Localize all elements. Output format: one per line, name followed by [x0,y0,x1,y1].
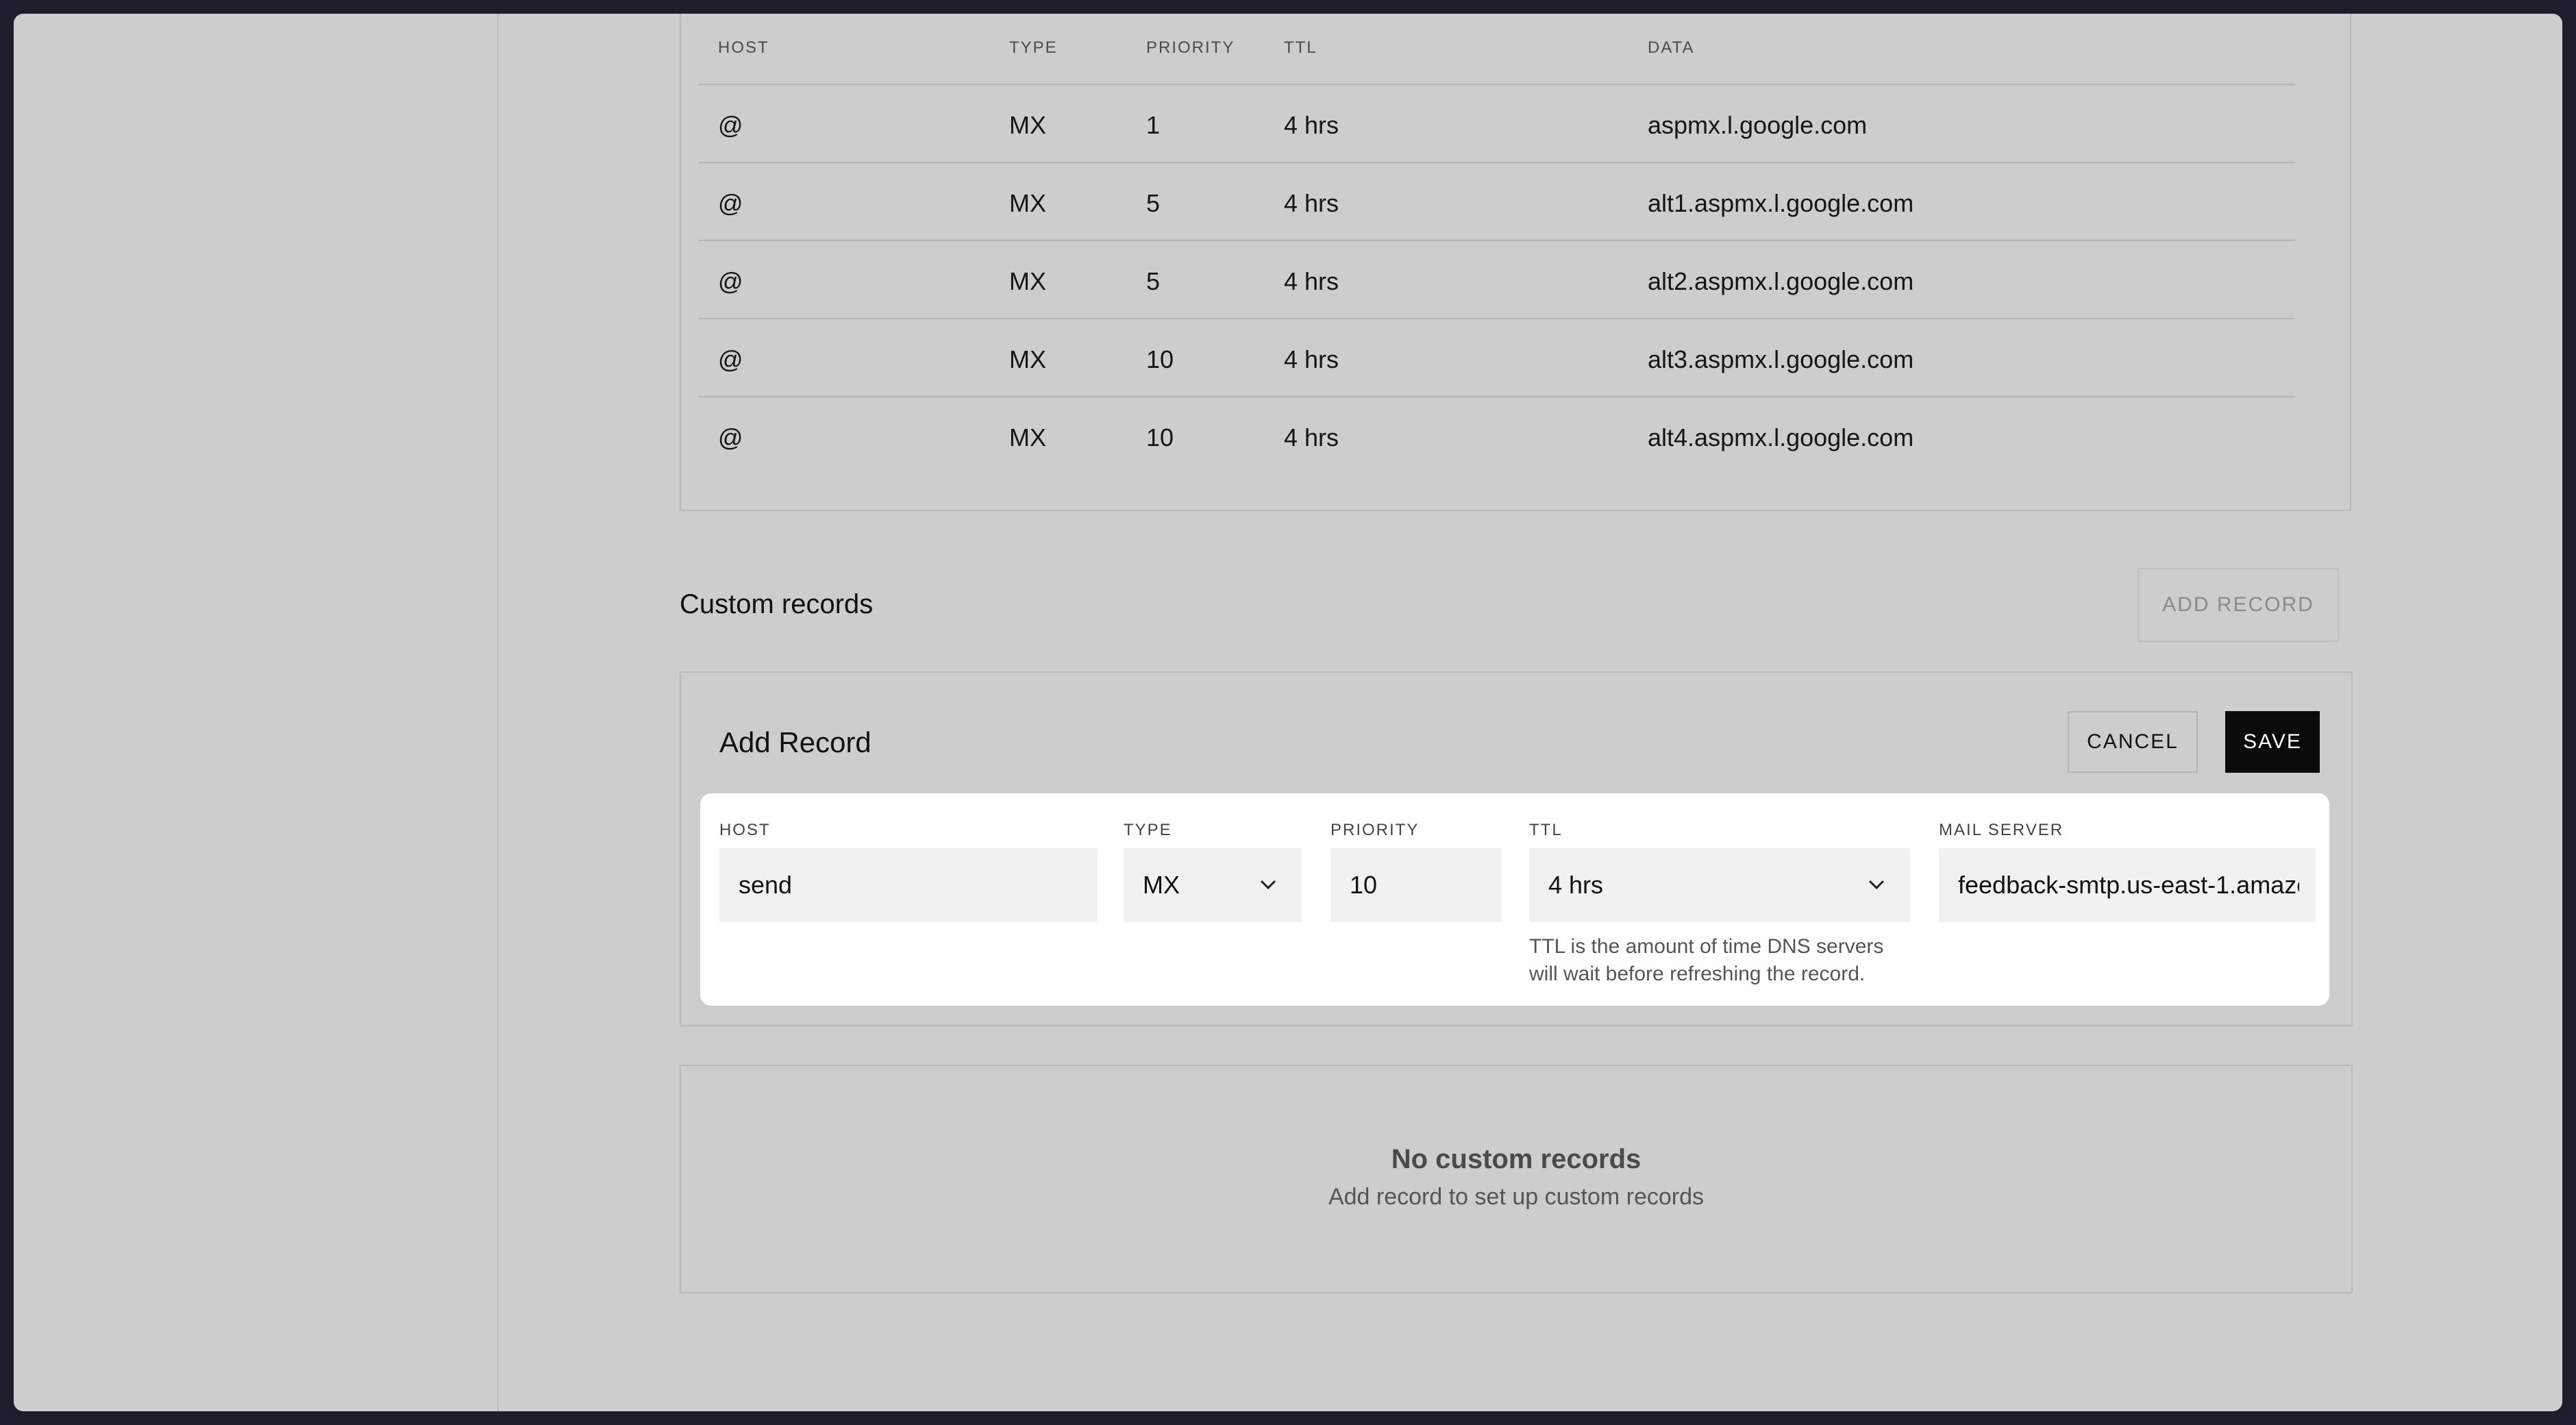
type-select-value: MX [1143,871,1180,899]
ttl-label: TTL [1529,821,1563,839]
cell-ttl: 4 hrs [1284,111,1339,139]
table-row: @ MX 1 4 hrs aspmx.l.google.com [699,85,2295,163]
main-content: HOST TYPE PRIORITY TTL DATA @ MX 1 4 hrs… [499,14,2562,1411]
cancel-button[interactable]: CANCEL [2068,711,2198,773]
mail-server-input[interactable] [1958,871,2299,900]
column-header-priority: PRIORITY [1146,38,1235,57]
ttl-helper-line: TTL is the amount of time DNS servers [1529,935,1884,958]
chevron-down-icon [1868,880,1885,890]
cell-data: alt1.aspmx.l.google.com [1648,189,1914,217]
cell-type: MX [1009,111,1046,139]
cell-ttl: 4 hrs [1284,267,1339,295]
column-header-type: TYPE [1009,38,1058,57]
column-header-host: HOST [718,38,769,57]
cell-data: alt4.aspmx.l.google.com [1648,423,1914,451]
cell-priority: 5 [1146,189,1161,217]
ttl-select-value: 4 hrs [1548,871,1604,899]
ttl-select[interactable]: 4 hrs [1529,848,1910,922]
cell-type: MX [1009,345,1046,373]
dns-records-card: HOST TYPE PRIORITY TTL DATA @ MX 1 4 hrs… [680,14,2351,511]
custom-records-empty-state: No custom records Add record to set up c… [680,1065,2353,1293]
cell-priority: 5 [1146,267,1161,295]
priority-label: PRIORITY [1330,821,1420,839]
host-label: HOST [719,821,771,839]
cell-priority: 10 [1146,345,1174,373]
mail-server-label: MAIL SERVER [1939,821,2064,839]
custom-records-title: Custom records [680,589,874,619]
priority-input[interactable] [1350,871,1502,900]
add-record-form: HOST TYPE MX PRIORITY TTL [700,793,2329,1006]
cell-data: alt3.aspmx.l.google.com [1648,345,1914,373]
cell-data: alt2.aspmx.l.google.com [1648,267,1914,295]
priority-field-container [1330,848,1502,922]
add-record-title: Add Record [719,726,871,758]
table-row: @ MX 10 4 hrs alt3.aspmx.l.google.com [699,319,2295,397]
table-header: HOST TYPE PRIORITY TTL DATA [699,14,2295,85]
app-window: HOST TYPE PRIORITY TTL DATA @ MX 1 4 hrs… [14,14,2562,1411]
cell-host: @ [718,345,743,373]
table-row: @ MX 5 4 hrs alt2.aspmx.l.google.com [699,241,2295,319]
cell-priority: 1 [1146,111,1161,139]
cell-ttl: 4 hrs [1284,189,1339,217]
chevron-down-icon [1260,880,1276,890]
sidebar [14,14,499,1411]
table-row: @ MX 10 4 hrs alt4.aspmx.l.google.com [699,397,2295,474]
add-record-card: Add Record CANCEL SAVE HOST TYPE MX [680,671,2353,1026]
table-row: @ MX 5 4 hrs alt1.aspmx.l.google.com [699,163,2295,241]
ttl-helper-text: TTL is the amount of time DNS servers wi… [1529,933,1913,988]
cell-host: @ [718,267,743,295]
add-record-button[interactable]: ADD RECORD [2138,568,2339,642]
cell-ttl: 4 hrs [1284,423,1339,451]
host-field-container [719,848,1098,922]
cell-type: MX [1009,189,1046,217]
cell-type: MX [1009,267,1046,295]
cell-priority: 10 [1146,423,1174,451]
ttl-helper-line: will wait before refreshing the record. [1529,963,1866,985]
cell-ttl: 4 hrs [1284,345,1339,373]
column-header-data: DATA [1648,38,1695,57]
type-select[interactable]: MX [1124,848,1302,922]
empty-state-title: No custom records [1391,1144,1642,1174]
cell-host: @ [718,189,743,217]
cell-host: @ [718,111,743,139]
cell-host: @ [718,423,743,451]
empty-state-subtitle: Add record to set up custom records [1328,1184,1705,1210]
save-button[interactable]: SAVE [2225,711,2320,773]
column-header-ttl: TTL [1284,38,1317,57]
host-input[interactable] [739,871,1098,900]
cell-data: aspmx.l.google.com [1648,111,1868,139]
dns-records-table: HOST TYPE PRIORITY TTL DATA @ MX 1 4 hrs… [699,14,2295,474]
cell-type: MX [1009,423,1046,451]
type-label: TYPE [1124,821,1172,839]
mail-server-field-container [1939,848,2316,922]
